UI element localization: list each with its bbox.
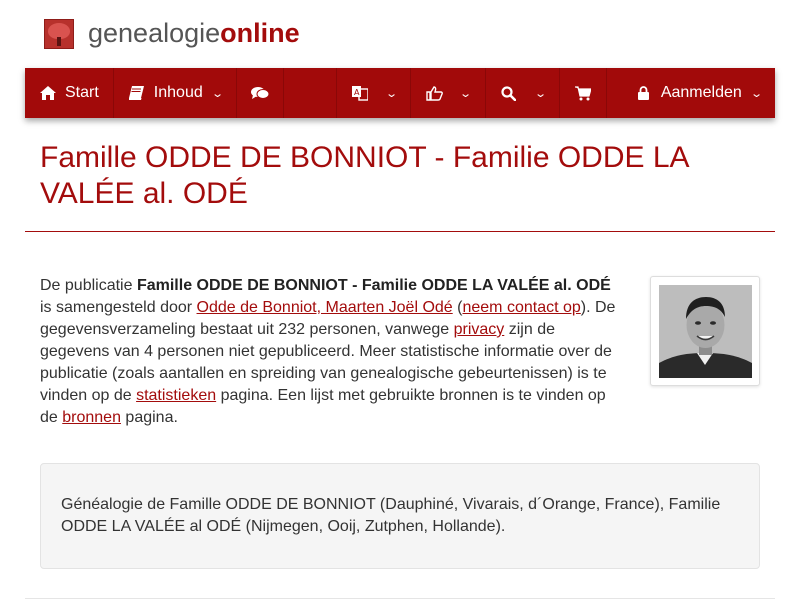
nav-language[interactable]: A ⌄ xyxy=(337,68,412,118)
thumbs-up-icon xyxy=(425,85,443,101)
comments-icon xyxy=(250,86,269,100)
nav-start-label: Start xyxy=(65,84,99,101)
home-icon xyxy=(39,86,57,100)
description-text: Généalogie de Famille ODDE DE BONNIOT (D… xyxy=(61,496,721,535)
sources-link[interactable]: bronnen xyxy=(62,409,121,426)
chevron-down-icon: ⌄ xyxy=(749,87,763,100)
chevron-down-icon: ⌄ xyxy=(533,87,547,100)
publication-intro: De publicatie Famille ODDE DE BONNIOT - … xyxy=(40,275,620,429)
nav-inhoud[interactable]: Inhoud ⌄ xyxy=(114,68,237,118)
section-divider xyxy=(25,598,775,599)
author-link[interactable]: Odde de Bonniot, Maarten Joël Odé xyxy=(197,299,453,316)
nav-inhoud-label: Inhoud xyxy=(153,84,203,101)
intro-text: is samengesteld door xyxy=(40,299,197,316)
tree-logo-icon xyxy=(44,18,74,49)
nav-cart[interactable] xyxy=(560,68,607,118)
intro-text: De publicatie xyxy=(40,277,137,294)
chevron-down-icon: ⌄ xyxy=(385,87,399,100)
title-divider xyxy=(25,231,775,232)
nav-login[interactable]: Aanmelden ⌄ xyxy=(607,68,775,118)
logo-text-highlight: online xyxy=(220,18,300,48)
publication-name: Famille ODDE DE BONNIOT - Familie ODDE L… xyxy=(136,277,611,294)
logo-text: genealogieonline xyxy=(88,18,300,49)
chevron-down-icon: ⌄ xyxy=(459,87,473,100)
main-navbar: Start Inhoud ⌄ A ⌄ ⌄ ⌄ Aanmelden ⌄ xyxy=(25,68,775,118)
nav-forum[interactable] xyxy=(237,68,284,118)
intro-text: pagina. xyxy=(120,409,178,426)
contact-link[interactable]: neem contact op xyxy=(462,299,580,316)
author-portrait xyxy=(659,285,752,378)
chevron-down-icon: ⌄ xyxy=(210,87,224,100)
nav-search[interactable]: ⌄ xyxy=(486,68,560,118)
page-title: Famille ODDE DE BONNIOT - Familie ODDE L… xyxy=(40,141,688,210)
nav-share[interactable]: ⌄ xyxy=(411,68,486,118)
privacy-link[interactable]: privacy xyxy=(454,321,505,338)
site-logo[interactable]: genealogieonline xyxy=(44,18,300,49)
svg-text:A: A xyxy=(354,88,360,97)
statistics-link[interactable]: statistieken xyxy=(136,387,216,404)
search-icon xyxy=(500,85,518,101)
author-photo[interactable] xyxy=(650,276,760,386)
logo-text-plain: genealogie xyxy=(88,18,221,48)
cart-icon xyxy=(574,85,592,101)
nav-spacer xyxy=(284,68,338,118)
lock-icon xyxy=(635,86,653,100)
book-icon xyxy=(128,86,146,100)
nav-login-label: Aanmelden xyxy=(660,84,742,101)
nav-start[interactable]: Start xyxy=(25,68,114,118)
publication-description: Généalogie de Famille ODDE DE BONNIOT (D… xyxy=(40,463,760,569)
language-icon: A xyxy=(351,85,369,101)
